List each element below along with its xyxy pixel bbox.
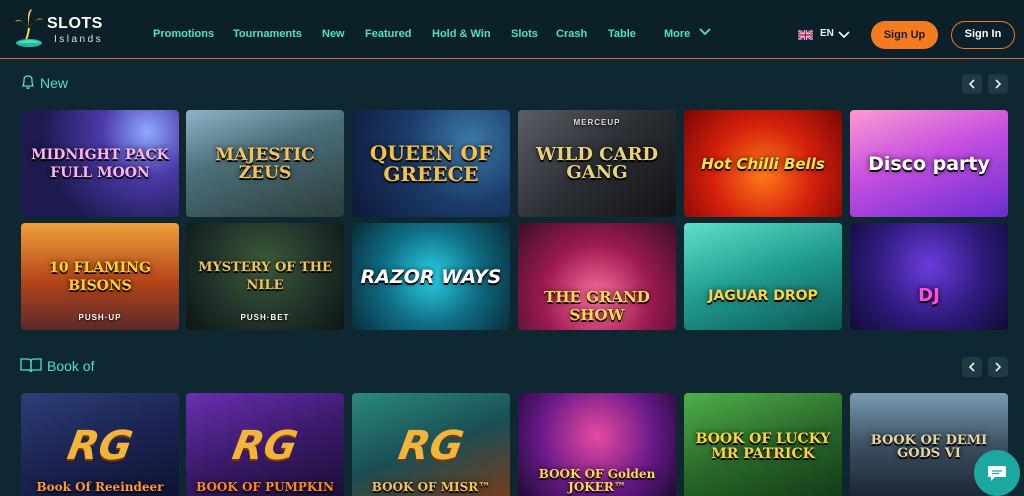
section-title-book-of: Book of xyxy=(47,358,95,374)
nav-item-crash[interactable]: Crash xyxy=(556,28,587,40)
game-title: MAJESTIC ZEUS xyxy=(215,144,315,183)
game-tile[interactable]: JAGUAR DROP xyxy=(684,223,842,330)
game-tile[interactable]: MYSTERY OF THE NILE PUSH·BET xyxy=(186,223,344,330)
chevron-left-icon xyxy=(968,362,975,372)
game-tile[interactable]: BOOK OF Golden JOKER™ xyxy=(518,393,676,496)
game-tile[interactable]: Hot Chilli Bells xyxy=(684,110,842,217)
nav-item-table[interactable]: Table xyxy=(608,28,636,40)
game-title: Book Of Reeindeer xyxy=(36,480,164,494)
game-title: MYSTERY OF THE NILE xyxy=(198,259,332,293)
carousel-next-button[interactable] xyxy=(988,357,1008,377)
chevron-down-icon xyxy=(838,31,850,39)
carousel-prev-button[interactable] xyxy=(962,74,982,94)
chevron-right-icon xyxy=(995,79,1002,89)
nav-item-more-label: More xyxy=(664,28,691,40)
nav-item-slots[interactable]: Slots xyxy=(511,28,538,40)
bell-icon xyxy=(21,75,35,89)
chevron-right-icon xyxy=(995,362,1002,372)
game-subtitle: PUSH·UP xyxy=(78,313,122,322)
game-tile[interactable]: RG Book Of Reeindeer xyxy=(21,393,179,496)
rg-badge: RG xyxy=(229,423,301,469)
live-chat-button[interactable] xyxy=(974,450,1020,496)
chat-bubble-icon xyxy=(988,466,1006,481)
game-title: BOOK OF MISR™ xyxy=(371,480,491,494)
sign-in-button[interactable]: Sign In xyxy=(951,21,1015,49)
language-selector[interactable]: EN xyxy=(798,28,858,42)
section-title-new: New xyxy=(40,75,69,91)
game-title: RAZOR WAYS xyxy=(360,265,502,288)
game-tile[interactable]: MAJESTIC ZEUS xyxy=(186,110,344,217)
game-title: BOOK OF Golden JOKER™ xyxy=(538,467,656,494)
nav-item-hold-win[interactable]: Hold & Win xyxy=(432,28,491,40)
game-title: 10 FLAMING BISONS xyxy=(49,259,151,294)
site-header: SLOTS Islands Promotions Tournaments New… xyxy=(0,0,1024,59)
game-subtitle: PUSH·BET xyxy=(240,313,290,322)
game-title: THE GRAND SHOW xyxy=(544,288,650,324)
carousel-next-button[interactable] xyxy=(988,74,1008,94)
language-code: EN xyxy=(820,28,834,39)
chevron-left-icon xyxy=(968,79,975,89)
game-title: JAGUAR DROP xyxy=(708,287,818,304)
game-tile[interactable]: WILD CARD GANG MERCEUP xyxy=(518,110,676,217)
game-tile[interactable]: RG BOOK OF PUMPKIN xyxy=(186,393,344,496)
game-title: Hot Chilli Bells xyxy=(701,154,825,173)
rg-badge: RG xyxy=(64,423,136,469)
book-icon xyxy=(20,358,42,373)
game-title: MIDNIGHT PACK FULL MOON xyxy=(31,146,169,181)
game-title: Disco party xyxy=(868,152,990,175)
game-tile[interactable]: MIDNIGHT PACK FULL MOON xyxy=(21,110,179,217)
game-subtitle: MERCEUP xyxy=(573,118,621,127)
nav-item-promotions[interactable]: Promotions xyxy=(153,28,214,40)
game-tile[interactable]: Disco party xyxy=(850,110,1008,217)
nav-item-more[interactable]: More xyxy=(664,28,711,40)
game-title: DJ xyxy=(918,284,940,306)
main-nav: Promotions Tournaments New Featured Hold… xyxy=(0,0,720,59)
rg-badge: RG xyxy=(395,423,467,469)
sign-up-button[interactable]: Sign Up xyxy=(871,21,938,49)
game-tile[interactable]: BOOK OF LUCKY MR PATRICK xyxy=(684,393,842,496)
chevron-down-icon xyxy=(699,28,711,36)
game-tile[interactable]: 10 FLAMING BISONS PUSH·UP xyxy=(21,223,179,330)
game-tile[interactable]: THE GRAND SHOW xyxy=(518,223,676,330)
game-title: BOOK OF PUMPKIN xyxy=(196,480,334,494)
game-tile[interactable]: DJ xyxy=(850,223,1008,330)
game-tile[interactable]: RAZOR WAYS xyxy=(352,223,510,330)
carousel-prev-button[interactable] xyxy=(962,357,982,377)
uk-flag-icon xyxy=(798,30,813,40)
nav-item-new[interactable]: New xyxy=(322,28,345,40)
nav-item-featured[interactable]: Featured xyxy=(365,28,411,40)
game-title: BOOK OF LUCKY MR PATRICK xyxy=(695,430,831,462)
game-tile[interactable]: QUEEN OF GREECE xyxy=(352,110,510,217)
nav-item-tournaments[interactable]: Tournaments xyxy=(233,28,302,40)
game-title: QUEEN OF GREECE xyxy=(369,140,493,186)
game-title: WILD CARD GANG xyxy=(535,143,659,183)
game-tile[interactable]: RG BOOK OF MISR™ xyxy=(352,393,510,496)
